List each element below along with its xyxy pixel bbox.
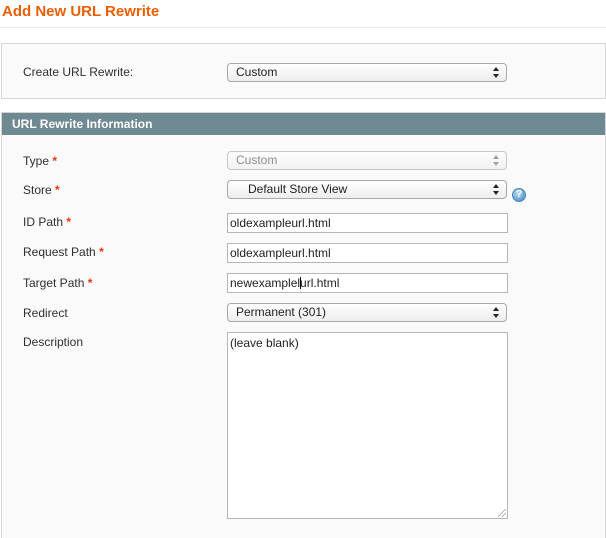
description-textarea[interactable]: (leave blank)	[227, 332, 508, 519]
id-path-input[interactable]: oldexampleurl.html	[227, 213, 508, 233]
target-path-label: Target Path *	[23, 276, 93, 290]
required-mark: *	[87, 276, 93, 290]
required-mark: *	[55, 183, 60, 197]
url-rewrite-information-section: URL Rewrite Information Type * Custom St…	[1, 112, 606, 538]
target-path-value-before-cursor: newexamplel	[230, 276, 301, 290]
create-url-rewrite-panel: Create URL Rewrite: Custom	[1, 43, 606, 99]
request-path-value: oldexampleurl.html	[230, 246, 331, 260]
select-arrows-icon	[493, 154, 500, 167]
select-arrows-icon	[493, 183, 500, 196]
required-mark: *	[52, 154, 58, 168]
select-arrows-icon	[493, 66, 500, 79]
page-title: Add New URL Rewrite	[2, 3, 160, 20]
help-icon[interactable]: ?	[512, 188, 526, 202]
redirect-label: Redirect	[23, 306, 68, 320]
title-divider	[0, 27, 606, 28]
create-url-rewrite-select-value: Custom	[236, 65, 278, 79]
request-path-label: Request Path *	[23, 245, 104, 259]
target-path-value-after-cursor: url.html	[300, 276, 340, 290]
required-mark: *	[66, 215, 72, 229]
description-value: (leave blank)	[230, 336, 299, 350]
target-path-input[interactable]: newexamplelurl.html	[227, 273, 508, 293]
create-url-rewrite-select[interactable]: Custom	[227, 63, 507, 82]
create-url-rewrite-label: Create URL Rewrite:	[23, 65, 134, 79]
required-mark: *	[99, 245, 104, 259]
request-path-input[interactable]: oldexampleurl.html	[227, 243, 508, 263]
type-select-value: Custom	[236, 153, 278, 167]
redirect-select[interactable]: Permanent (301)	[227, 303, 507, 322]
select-arrows-icon	[493, 306, 500, 319]
section-header: URL Rewrite Information	[2, 113, 605, 135]
type-label: Type *	[23, 154, 58, 168]
store-select-value: Default Store View	[248, 182, 348, 196]
store-select[interactable]: Default Store View	[227, 180, 507, 199]
id-path-label: ID Path *	[23, 215, 72, 229]
store-label: Store *	[23, 183, 60, 197]
redirect-select-value: Permanent (301)	[236, 305, 327, 319]
id-path-value: oldexampleurl.html	[230, 216, 331, 230]
resize-handle-icon[interactable]	[498, 509, 506, 517]
description-label: Description	[23, 335, 84, 349]
type-select[interactable]: Custom	[227, 151, 507, 170]
